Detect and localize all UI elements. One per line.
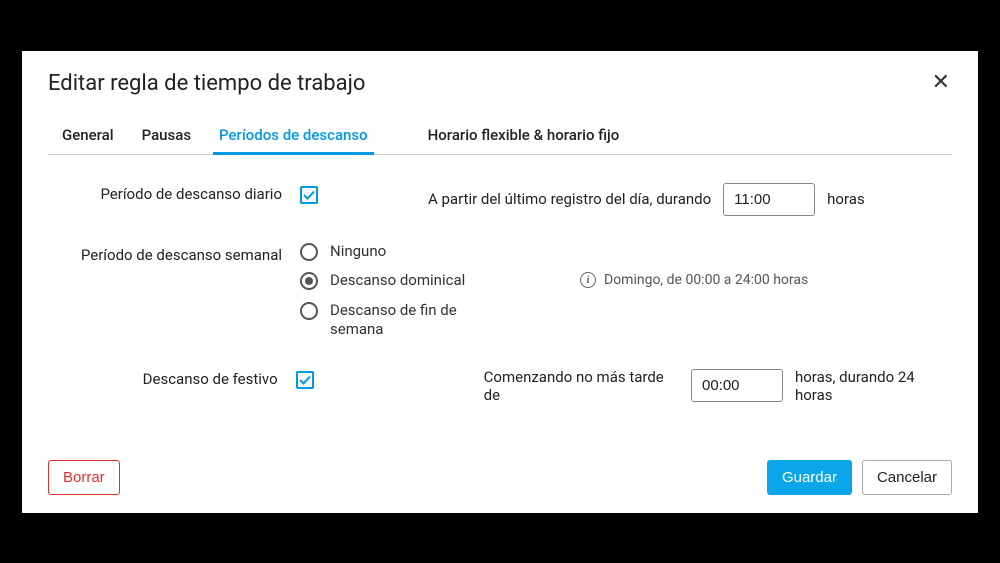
cancel-button[interactable]: Cancelar (862, 460, 952, 495)
weekly-rest-info-text: Domingo, de 00:00 a 24:00 horas (604, 272, 808, 288)
holiday-rest-text-before: Comenzando no más tarde de (484, 368, 679, 404)
check-icon (299, 374, 311, 386)
daily-rest-row: Período de descanso diario A partir del … (48, 181, 952, 216)
radio-dot-icon (305, 277, 313, 285)
tab-general[interactable]: General (62, 118, 114, 154)
holiday-rest-row: Descanso de festivo Comenzando no más ta… (48, 366, 952, 404)
holiday-rest-config: Comenzando no más tarde de horas, durand… (484, 368, 952, 404)
footer-actions: Guardar Cancelar (767, 460, 952, 495)
weekly-rest-row: Período de descanso semanal Ninguno Desc… (48, 242, 952, 340)
tab-content: Período de descanso diario A partir del … (48, 155, 952, 448)
weekly-rest-option-none[interactable]: Ninguno (300, 242, 490, 262)
holiday-rest-label: Descanso de festivo (48, 366, 296, 388)
daily-rest-label: Período de descanso diario (48, 181, 300, 203)
daily-rest-config: A partir del último registro del día, du… (428, 183, 865, 216)
weekly-rest-option-sunday[interactable]: Descanso dominical (300, 271, 490, 291)
weekly-rest-info: i Domingo, de 00:00 a 24:00 horas (580, 272, 808, 288)
radio-label-weekend: Descanso de fin de semana (330, 301, 490, 340)
daily-rest-text-before: A partir del último registro del día, du… (428, 190, 711, 208)
radio-label-none: Ninguno (330, 242, 386, 262)
close-icon[interactable]: ✕ (930, 71, 952, 93)
tab-horario-flexible[interactable]: Horario flexible & horario fijo (428, 118, 620, 154)
tab-pausas[interactable]: Pausas (142, 118, 191, 154)
check-icon (303, 189, 315, 201)
holiday-rest-start-input[interactable] (691, 369, 783, 402)
holiday-rest-text-after: horas, durando 24 horas (795, 368, 952, 404)
delete-button[interactable]: Borrar (48, 460, 120, 495)
daily-rest-text-after: horas (827, 190, 865, 208)
daily-rest-checkbox[interactable] (300, 186, 318, 204)
tab-bar: General Pausas Períodos de descanso Hora… (48, 118, 952, 155)
modal-title: Editar regla de tiempo de trabajo (48, 71, 365, 96)
tab-periodos-descanso[interactable]: Períodos de descanso (219, 118, 368, 154)
save-button[interactable]: Guardar (767, 460, 852, 495)
holiday-rest-checkbox[interactable] (296, 371, 314, 389)
weekly-rest-label: Período de descanso semanal (48, 242, 300, 264)
weekly-rest-radio-group: Ninguno Descanso dominical Descanso de f… (300, 242, 490, 340)
radio-icon (300, 302, 318, 320)
radio-label-sunday: Descanso dominical (330, 271, 465, 291)
modal-footer: Borrar Guardar Cancelar (48, 448, 952, 495)
weekly-rest-option-weekend[interactable]: Descanso de fin de semana (300, 301, 490, 340)
edit-work-time-rule-modal: Editar regla de tiempo de trabajo ✕ Gene… (22, 51, 978, 513)
tab-spacer (396, 118, 400, 154)
radio-icon (300, 272, 318, 290)
modal-header: Editar regla de tiempo de trabajo ✕ (48, 71, 952, 96)
info-icon: i (580, 272, 596, 288)
daily-rest-duration-input[interactable] (723, 183, 815, 216)
radio-icon (300, 243, 318, 261)
